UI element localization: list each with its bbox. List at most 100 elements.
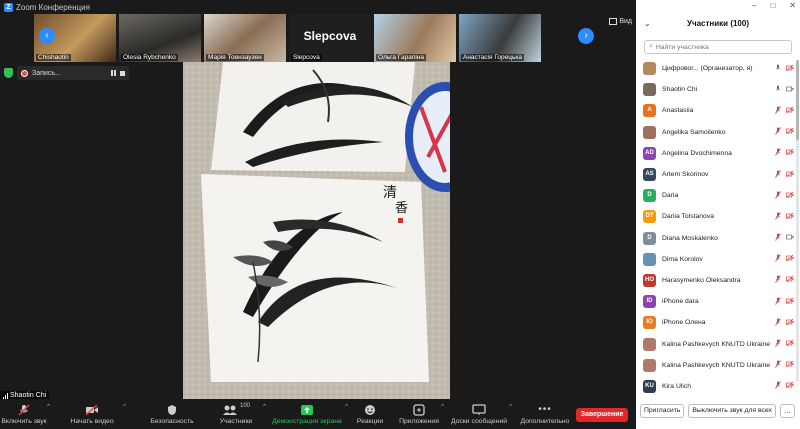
- avatar: A: [643, 104, 656, 118]
- close-button[interactable]: ✕: [789, 1, 796, 10]
- invite-button[interactable]: Пригласить: [640, 404, 685, 418]
- participant-row[interactable]: KU Kira Ulich: [636, 376, 800, 396]
- stop-recording-icon[interactable]: [120, 70, 125, 76]
- next-page-button[interactable]: ›: [578, 28, 594, 44]
- window-title: Zoom Конференция: [16, 2, 90, 12]
- avatar: [643, 337, 656, 351]
- participant-row[interactable]: DT Dariia Tolstanova: [636, 206, 800, 227]
- view-button[interactable]: Вид: [609, 18, 632, 25]
- participant-name: Цифровог... (Организатор, я): [662, 65, 753, 73]
- participant-row[interactable]: Цифровог... (Организатор, я): [636, 58, 800, 79]
- video-thumbnail[interactable]: Марія Тоензаузен: [204, 14, 286, 62]
- participant-row[interactable]: Dima Korolov: [636, 249, 800, 270]
- participant-row[interactable]: D Daria: [636, 185, 800, 206]
- shield-icon: [4, 68, 13, 78]
- scrollbar-thumb[interactable]: [796, 60, 799, 140]
- mute-all-button[interactable]: Выключить звук для всех: [688, 404, 776, 418]
- participant-row[interactable]: AD Angelina Dvochimenna: [636, 143, 800, 164]
- participant-status: [775, 212, 794, 222]
- recording-box: Запись...: [17, 66, 129, 80]
- start-video-label: Начать видео: [70, 418, 114, 425]
- video-thumbnail[interactable]: Ольга Гарапіна: [374, 14, 456, 62]
- participant-row[interactable]: AS Artem Skorinov: [636, 164, 800, 185]
- participant-row[interactable]: A Anastasiia: [636, 100, 800, 121]
- maximize-button[interactable]: □: [770, 1, 775, 10]
- chevron-down-icon[interactable]: ⌄: [644, 19, 651, 28]
- participant-row[interactable]: HO Harasymenko Oleksandra: [636, 270, 800, 291]
- participant-status: [775, 106, 794, 116]
- avatar: D: [643, 231, 656, 245]
- chevron-up-icon[interactable]: ^: [345, 404, 348, 410]
- chevron-up-icon[interactable]: ^: [47, 404, 50, 410]
- thumbnail-strip: Chishaotin Olesia Rybchenko Марія Тоенза…: [34, 14, 600, 62]
- participant-name: Anastasiia: [662, 107, 694, 115]
- video-off-icon: [786, 255, 794, 263]
- unmute-button[interactable]: Включить звук ^: [0, 399, 50, 429]
- view-label: Вид: [619, 18, 632, 25]
- participants-panel: – □ ✕ ⌄ Участники (100) ⌕ Цифровог... (О…: [636, 0, 800, 429]
- reactions-button[interactable]: Реакции: [350, 399, 390, 429]
- shield-icon: [167, 403, 177, 416]
- panel-title: Участники (100): [686, 18, 749, 28]
- participant-status: [775, 148, 794, 158]
- scrollbar[interactable]: [796, 60, 799, 382]
- minimize-button[interactable]: –: [752, 1, 756, 10]
- participant-row[interactable]: Kalina Pashkevych KNUTD Ukraine: [636, 355, 800, 376]
- participant-name: Kalina Pashkevych KNUTD Ukraine: [662, 340, 771, 348]
- pause-recording-icon[interactable]: [111, 70, 116, 76]
- participant-row[interactable]: Shaotin Chi: [636, 79, 800, 100]
- avatar: ID: [643, 295, 656, 309]
- participant-row[interactable]: D Diana Moskalenko: [636, 228, 800, 249]
- avatar: [643, 252, 656, 266]
- chevron-up-icon[interactable]: ^: [123, 404, 126, 410]
- end-meeting-button[interactable]: Завершение: [576, 408, 628, 422]
- more-label: Дополнительно: [520, 418, 570, 425]
- chevron-up-icon[interactable]: ^: [441, 404, 444, 410]
- mic-icon: [775, 85, 781, 95]
- avatar: [643, 358, 656, 372]
- video-thumbnail[interactable]: Slepcova Slepcova: [289, 14, 371, 62]
- participant-status: [775, 85, 794, 95]
- avatar: AD: [643, 146, 656, 160]
- participant-row[interactable]: IO iPhone Олена: [636, 312, 800, 333]
- more-button[interactable]: ••• Дополнительно: [518, 399, 572, 429]
- calligraphy-mark: 清: [383, 185, 397, 201]
- panel-footer: Пригласить Выключить звук для всех ...: [636, 404, 800, 418]
- participant-status: [775, 296, 794, 307]
- start-video-button[interactable]: Начать видео ^: [56, 399, 128, 429]
- participant-status: [775, 169, 794, 180]
- apps-button[interactable]: Приложения ^: [396, 399, 444, 429]
- participant-name: iPhone dara: [662, 298, 699, 306]
- chevron-up-icon[interactable]: ^: [509, 404, 512, 410]
- thumbnail-name: Марія Тоензаузен: [206, 54, 264, 61]
- participants-button[interactable]: 100 Участники ^: [208, 399, 266, 429]
- search-input[interactable]: [655, 43, 786, 51]
- video-off-icon: [786, 212, 794, 221]
- participant-row[interactable]: Kalina Pashkevych KNUTD Ukraine: [636, 333, 800, 354]
- participant-status: [775, 64, 794, 74]
- whiteboards-button[interactable]: Доски сообщений ^: [450, 399, 512, 429]
- participant-name: Shaotin Chi: [662, 86, 698, 94]
- participant-status: [775, 254, 794, 264]
- share-screen-button[interactable]: Демонстрация экрана ^: [270, 399, 348, 429]
- more-icon: •••: [538, 404, 552, 415]
- video-thumbnail[interactable]: Olesia Rybchenko: [119, 14, 201, 62]
- painting-image: 清 香: [183, 62, 450, 401]
- video-off-icon: [85, 403, 99, 416]
- mic-muted-icon: [775, 212, 781, 222]
- panel-more-button[interactable]: ...: [779, 404, 795, 418]
- zoom-window: Z Zoom Конференция Chishaotin Olesia Ryb…: [0, 0, 800, 429]
- participant-row[interactable]: Angelika Samoilenko: [636, 122, 800, 143]
- participant-search[interactable]: ⌕: [644, 40, 792, 54]
- participant-name: Artem Skorinov: [662, 171, 709, 179]
- video-thumbnail[interactable]: Анастасія Горецька: [459, 14, 541, 62]
- security-button[interactable]: Безопасность: [142, 399, 202, 429]
- prev-page-button[interactable]: ‹: [39, 28, 55, 44]
- participant-row[interactable]: ID iPhone dara: [636, 291, 800, 312]
- participant-name: Kalina Pashkevych KNUTD Ukraine: [662, 361, 771, 369]
- chevron-up-icon[interactable]: ^: [263, 404, 266, 410]
- mic-muted-icon: [775, 296, 781, 307]
- avatar: KU: [643, 379, 656, 393]
- signal-bars-icon: [3, 392, 8, 399]
- mic-muted-icon: [775, 275, 781, 285]
